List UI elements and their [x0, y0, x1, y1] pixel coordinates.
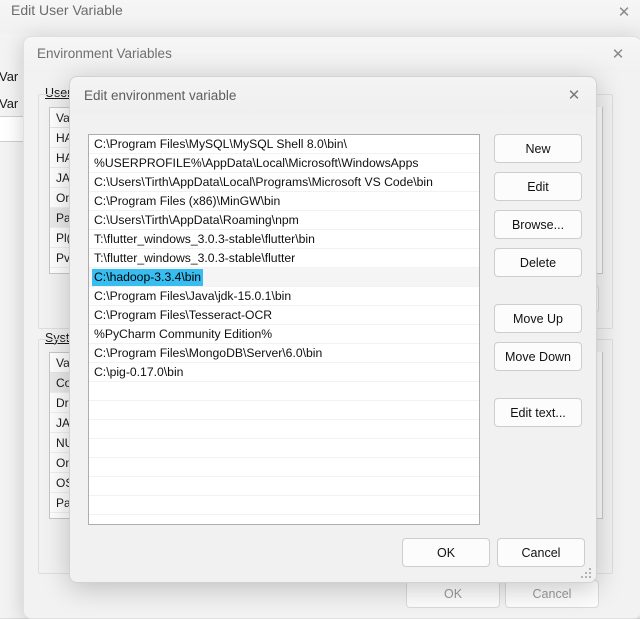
- move-up-button[interactable]: Move Up: [494, 304, 582, 333]
- path-entry-text: T:\flutter_windows_3.0.3-stable\flutter: [94, 250, 296, 265]
- close-icon[interactable]: ✕: [601, 41, 635, 67]
- environment-variables-title: Environment Variables: [37, 46, 172, 61]
- variable-name-label: Var: [0, 69, 19, 84]
- environment-variables-cancel-button[interactable]: Cancel: [505, 580, 599, 608]
- path-entry-text: %PyCharm Community Edition%: [94, 326, 273, 341]
- close-icon[interactable]: ✕: [607, 0, 640, 25]
- edit-button[interactable]: Edit: [494, 172, 582, 201]
- new-button[interactable]: New: [494, 134, 582, 163]
- edit-user-variable-title: Edit User Variable: [11, 2, 123, 18]
- path-entry-row[interactable]: C:\Program Files\Java\jdk-15.0.1\bin: [89, 287, 479, 306]
- path-entry-row[interactable]: C:\Program Files\MySQL\MySQL Shell 8.0\b…: [89, 135, 479, 154]
- path-entry-row[interactable]: C:\hadoop-3.3.4\bin: [89, 268, 479, 287]
- path-entry-row-empty[interactable]: [89, 439, 479, 458]
- environment-variables-ok-button[interactable]: OK: [406, 580, 500, 608]
- path-entry-row[interactable]: T:\flutter_windows_3.0.3-stable\flutter: [89, 249, 479, 268]
- path-entry-row[interactable]: T:\flutter_windows_3.0.3-stable\flutter\…: [89, 230, 479, 249]
- path-entry-text: %USERPROFILE%\AppData\Local\Microsoft\Wi…: [94, 155, 419, 170]
- path-entry-text: C:\Program Files\Java\jdk-15.0.1\bin: [94, 288, 292, 303]
- path-entry-row[interactable]: %USERPROFILE%\AppData\Local\Microsoft\Wi…: [89, 154, 479, 173]
- edit-environment-variable-title: Edit environment variable: [84, 88, 237, 103]
- close-icon[interactable]: ✕: [557, 82, 591, 108]
- path-entry-text: C:\Program Files\Tesseract-OCR: [94, 307, 273, 322]
- edit-environment-variable-ok-button[interactable]: OK: [402, 538, 490, 567]
- path-entry-row[interactable]: C:\Program Files\MongoDB\Server\6.0\bin: [89, 344, 479, 363]
- path-entry-row-empty[interactable]: [89, 458, 479, 477]
- path-entry-text: T:\flutter_windows_3.0.3-stable\flutter\…: [94, 231, 315, 246]
- path-entry-row-empty[interactable]: [89, 420, 479, 439]
- path-entry-row[interactable]: %PyCharm Community Edition%: [89, 325, 479, 344]
- path-entry-text: C:\pig-0.17.0\bin: [94, 364, 184, 379]
- path-entry-row-empty[interactable]: [89, 496, 479, 515]
- path-entries-list[interactable]: C:\Program Files\MySQL\MySQL Shell 8.0\b…: [88, 134, 480, 525]
- path-entry-row[interactable]: C:\Users\Tirth\AppData\Local\Programs\Mi…: [89, 173, 479, 192]
- path-entry-row[interactable]: C:\Program Files (x86)\MinGW\bin: [89, 192, 479, 211]
- path-entry-text: C:\Users\Tirth\AppData\Roaming\npm: [94, 212, 299, 227]
- path-entry-row-empty[interactable]: [89, 401, 479, 420]
- edit-environment-variable-window[interactable]: Edit environment variable ✕ C:\Program F…: [69, 76, 597, 583]
- path-entry-text: C:\Program Files\MySQL\MySQL Shell 8.0\b…: [94, 136, 347, 151]
- browse-button[interactable]: Browse...: [494, 210, 582, 239]
- path-entry-row-empty[interactable]: [89, 382, 479, 401]
- path-entry-row-empty[interactable]: [89, 477, 479, 496]
- path-entry-row[interactable]: C:\Users\Tirth\AppData\Roaming\npm: [89, 211, 479, 230]
- edit-text-button[interactable]: Edit text...: [494, 398, 582, 427]
- variable-value-label: Var: [0, 96, 19, 111]
- path-entry-text: C:\Users\Tirth\AppData\Local\Programs\Mi…: [94, 174, 433, 189]
- path-entry-text: C:\Program Files (x86)\MinGW\bin: [94, 193, 281, 208]
- resize-grip-icon[interactable]: [581, 568, 592, 579]
- edit-environment-variable-cancel-button[interactable]: Cancel: [497, 538, 585, 567]
- path-entry-row[interactable]: C:\Program Files\Tesseract-OCR: [89, 306, 479, 325]
- delete-button[interactable]: Delete: [494, 248, 582, 277]
- path-entry-row[interactable]: C:\pig-0.17.0\bin: [89, 363, 479, 382]
- path-entry-text: C:\hadoop-3.3.4\bin: [92, 268, 204, 286]
- move-down-button[interactable]: Move Down: [494, 342, 582, 371]
- path-entry-text: C:\Program Files\MongoDB\Server\6.0\bin: [94, 345, 323, 360]
